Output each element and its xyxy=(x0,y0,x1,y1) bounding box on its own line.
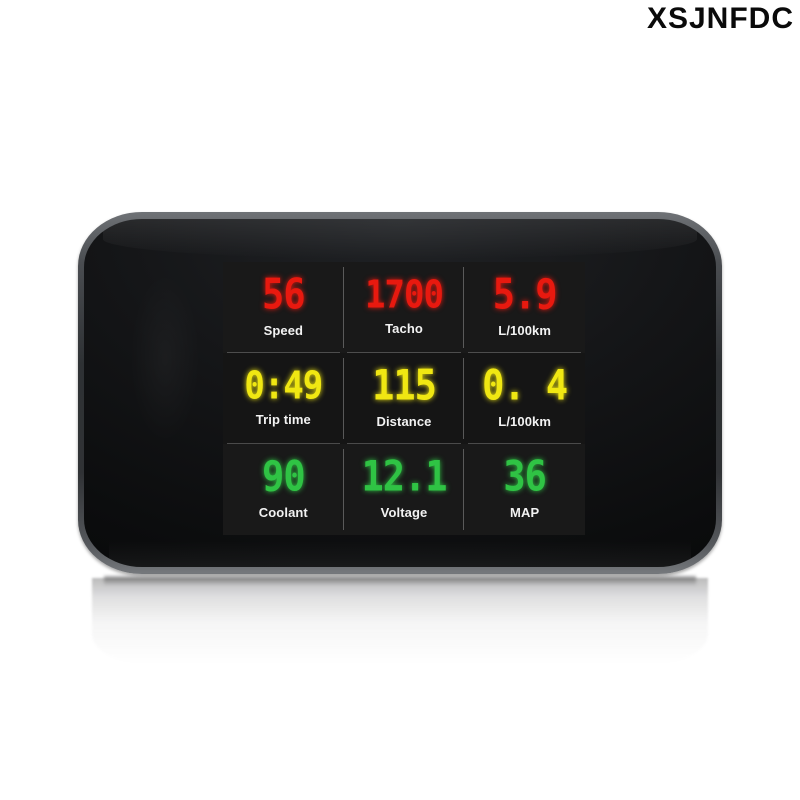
gauge-cell-distance[interactable]: 115 Distance xyxy=(343,353,465,444)
gauge-label-coolant: Coolant xyxy=(258,504,308,520)
gauge-label-voltage: Voltage xyxy=(380,504,428,520)
lcd-screen: 56 Speed 1700 Tacho 5.9 L/100km 0:49 Tri… xyxy=(223,262,585,535)
gauge-label-map: MAP xyxy=(510,504,540,520)
hud-device: 56 Speed 1700 Tacho 5.9 L/100km 0:49 Tri… xyxy=(78,212,722,574)
gauge-cell-speed[interactable]: 56 Speed xyxy=(223,262,344,353)
gauge-label-trip-time: Trip time xyxy=(255,412,311,428)
gauge-value-map: 36 xyxy=(503,452,547,501)
device-reflection xyxy=(92,578,708,664)
gauge-value-coolant: 90 xyxy=(262,452,306,501)
gauge-cell-map[interactable]: 36 MAP xyxy=(464,444,585,535)
device-reflection-core xyxy=(104,576,696,586)
bezel-top-gloss xyxy=(102,219,698,259)
gauge-label-distance: Distance xyxy=(376,413,432,429)
bezel-bottom-gloss xyxy=(109,541,691,567)
gauge-cell-trip-time[interactable]: 0:49 Trip time xyxy=(223,353,344,444)
gauge-cell-fuel-average[interactable]: 0. 4 L/100km xyxy=(464,353,585,444)
gauge-label-fuel-instant: L/100km xyxy=(498,322,552,338)
gauge-value-distance: 115 xyxy=(372,361,437,410)
device-bezel: 56 Speed 1700 Tacho 5.9 L/100km 0:49 Tri… xyxy=(84,219,716,567)
gauge-value-tacho: 1700 xyxy=(365,272,444,318)
gauge-cell-coolant[interactable]: 90 Coolant xyxy=(223,444,344,535)
gauge-label-fuel-average: L/100km xyxy=(498,413,552,429)
bezel-sheen xyxy=(130,273,200,443)
gauge-value-speed: 56 xyxy=(262,270,306,319)
device-outer-rim: 56 Speed 1700 Tacho 5.9 L/100km 0:49 Tri… xyxy=(78,212,722,574)
gauge-value-fuel-instant: 5.9 xyxy=(492,270,558,319)
gauge-label-speed: Speed xyxy=(263,322,304,338)
gauge-label-tacho: Tacho xyxy=(385,321,423,337)
gauge-value-trip-time: 0:49 xyxy=(244,363,323,409)
gauge-cell-tacho[interactable]: 1700 Tacho xyxy=(343,262,465,353)
screenshot-canvas: XSJNFDC 56 Speed 1700 Tacho 5.9 L/100km … xyxy=(0,0,800,800)
gauge-cell-fuel-instant[interactable]: 5.9 L/100km xyxy=(464,262,585,353)
gauge-value-fuel-average: 0. 4 xyxy=(482,361,568,410)
watermark-text: XSJNFDC xyxy=(646,2,794,35)
gauge-cell-voltage[interactable]: 12.1 Voltage xyxy=(343,444,465,535)
gauge-value-voltage: 12.1 xyxy=(361,452,447,501)
